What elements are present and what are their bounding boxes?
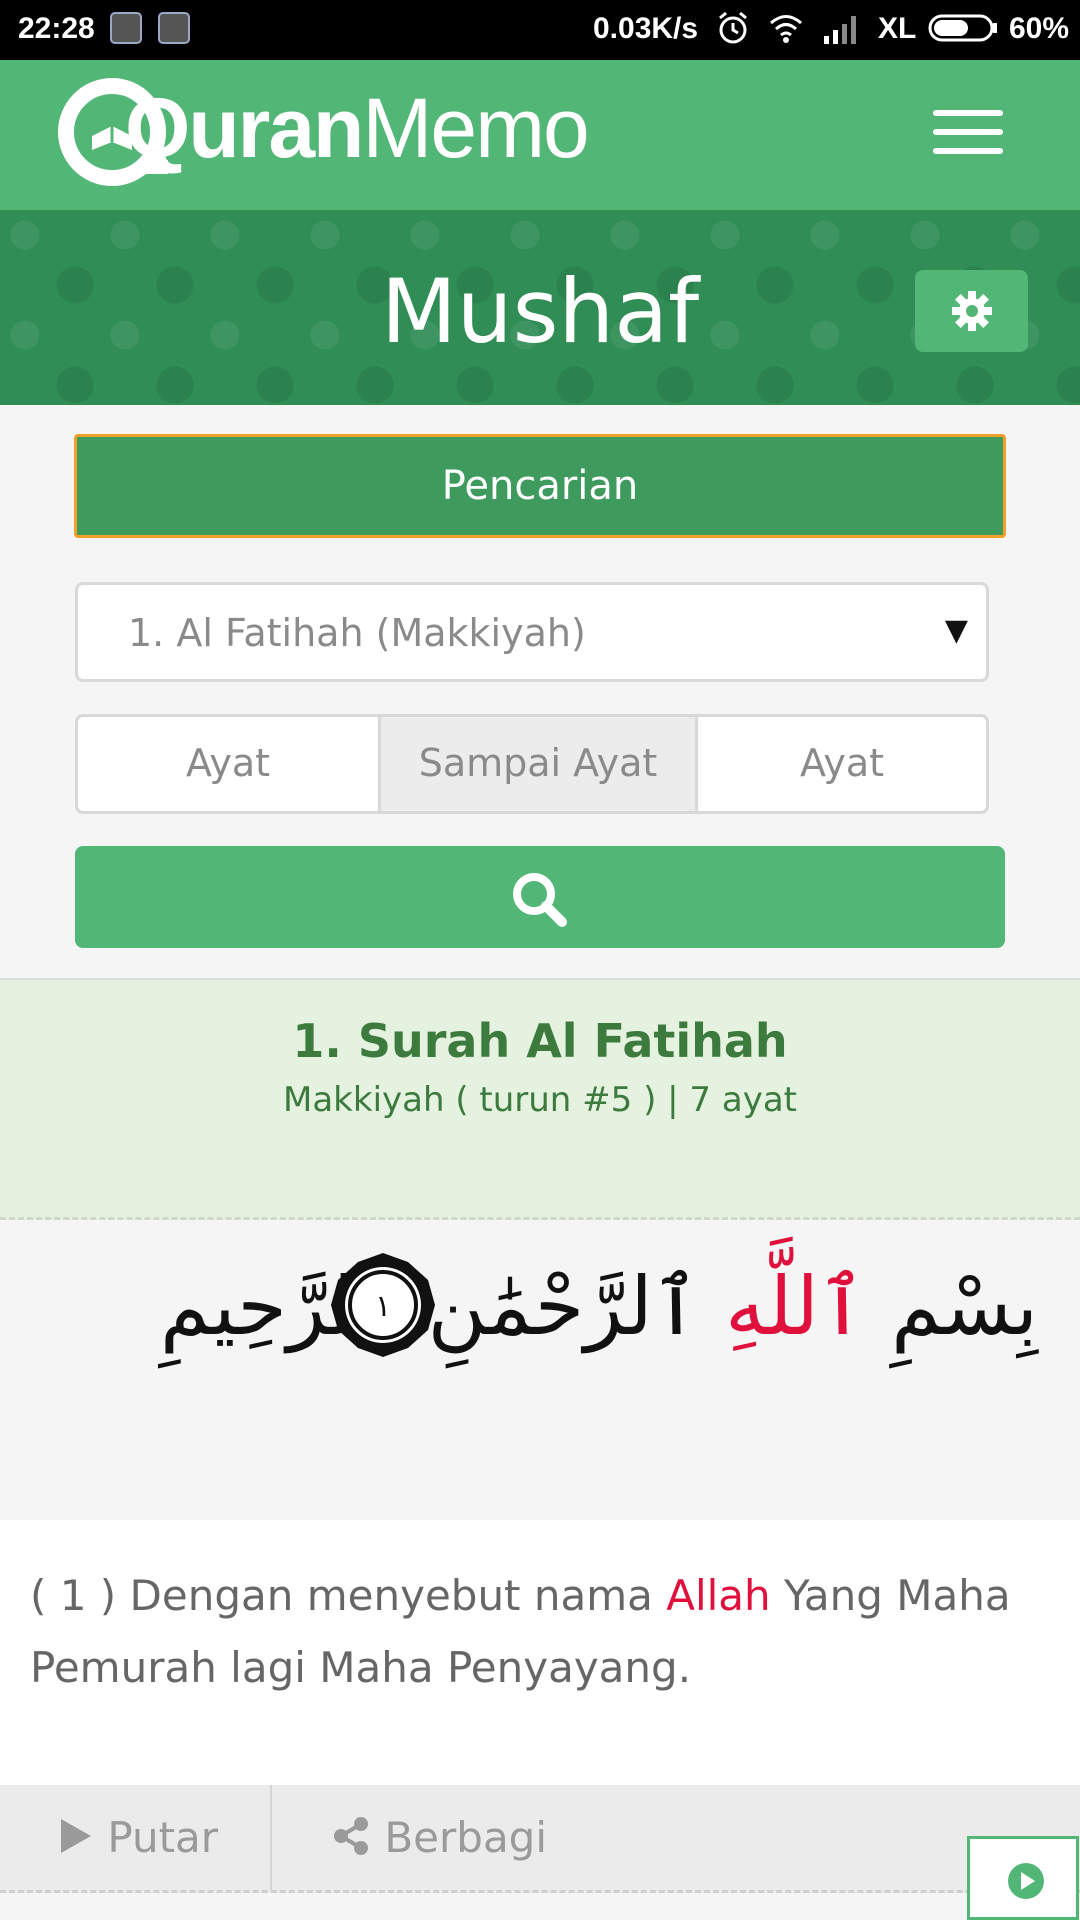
ayat-from-input[interactable]: Ayat (78, 717, 378, 811)
verse-arabic-part: بِسْمِ (865, 1260, 1038, 1353)
surah-title: 1. Surah Al Fatihah (292, 1014, 788, 1068)
verse-arabic-part: ٱلرَّحْمَٰنِ ٱلرَّحِيمِ (159, 1260, 726, 1353)
app-header: QuranMemo (0, 60, 1080, 210)
surah-info-panel: 1. Surah Al Fatihah Makkiyah ( turun #5 … (0, 978, 1080, 1220)
verse-translation-box: ( 1 ) Dengan menyebut nama Allah Yang Ma… (0, 1520, 1080, 1785)
status-bar: 22:28 0.03K/s XL 60% (0, 0, 1080, 60)
surah-select-value: 1. Al Fatihah (Makkiyah) (128, 611, 586, 655)
action-divider (270, 1785, 272, 1890)
ayat-range-label: Sampai Ayat (378, 717, 698, 811)
play-circle-icon (1008, 1863, 1044, 1899)
signal-icon (824, 16, 856, 44)
verse-number: ١ (375, 1289, 391, 1324)
status-time: 22:28 (18, 12, 95, 45)
verse-number-marker: ١ (331, 1253, 435, 1357)
page-banner: Mushaf (0, 210, 1080, 405)
verse-translation: ( 1 ) Dengan menyebut nama Allah Yang Ma… (30, 1560, 1050, 1704)
network-speed: 0.03K/s (593, 12, 699, 45)
menu-bar-icon (933, 110, 1003, 116)
carrier-label: XL (878, 12, 917, 45)
surah-select[interactable]: 1. Al Fatihah (Makkiyah) ▼ (75, 582, 989, 682)
translation-part: ( 1 ) Dengan menyebut nama (30, 1571, 667, 1620)
verse-arabic-text: بِسْمِ ٱللَّهِ ٱلرَّحْمَٰنِ ٱلرَّحِيمِ (160, 1260, 1038, 1353)
verse-arabic-box: بِسْمِ ٱللَّهِ ٱلرَّحْمَٰنِ ٱلرَّحِيمِ ١ (0, 1220, 1080, 1520)
search-panel-toggle[interactable]: Pencarian (74, 434, 1006, 538)
hamburger-menu-button[interactable] (933, 110, 1003, 160)
menu-bar-icon (933, 148, 1003, 154)
logo-wordmark: QuranMemo (125, 80, 590, 177)
search-button[interactable] (75, 846, 1005, 948)
floating-play-button[interactable] (967, 1836, 1079, 1920)
translation-allah: Allah (666, 1571, 771, 1620)
dropdown-arrow-icon: ▼ (944, 613, 968, 648)
verse-arabic-allah: ٱللَّهِ (725, 1260, 866, 1353)
share-icon (334, 1817, 368, 1855)
gear-icon (952, 291, 992, 331)
alarm-icon (719, 11, 747, 44)
share-button[interactable]: Berbagi (331, 1785, 547, 1890)
logo-wordmark-light: Memo (362, 81, 589, 175)
logo-wordmark-bold: Quran (125, 81, 364, 175)
settings-button[interactable] (915, 270, 1028, 352)
surah-meta: Makkiyah ( turun #5 ) | 7 ayat (283, 1080, 797, 1120)
battery-icon (928, 14, 997, 42)
menu-bar-icon (933, 129, 1003, 135)
next-verse-preview (0, 1893, 1080, 1920)
messenger-notification-icon (158, 12, 190, 44)
search-icon (513, 873, 567, 927)
share-label: Berbagi (384, 1813, 548, 1862)
screenshot-notification-icon (110, 12, 142, 44)
ayat-range: Ayat Sampai Ayat Ayat (75, 714, 989, 814)
ayat-to-input[interactable]: Ayat (695, 717, 986, 811)
play-icon (61, 1819, 91, 1853)
play-button[interactable]: Putar (58, 1785, 218, 1890)
search-panel: Pencarian 1. Al Fatihah (Makkiyah) ▼ Aya… (0, 405, 1080, 978)
battery-percent: 60% (1009, 12, 1070, 45)
wifi-icon (770, 15, 802, 43)
play-label: Putar (107, 1813, 219, 1862)
verse-actions: Putar Berbagi (0, 1785, 1080, 1893)
